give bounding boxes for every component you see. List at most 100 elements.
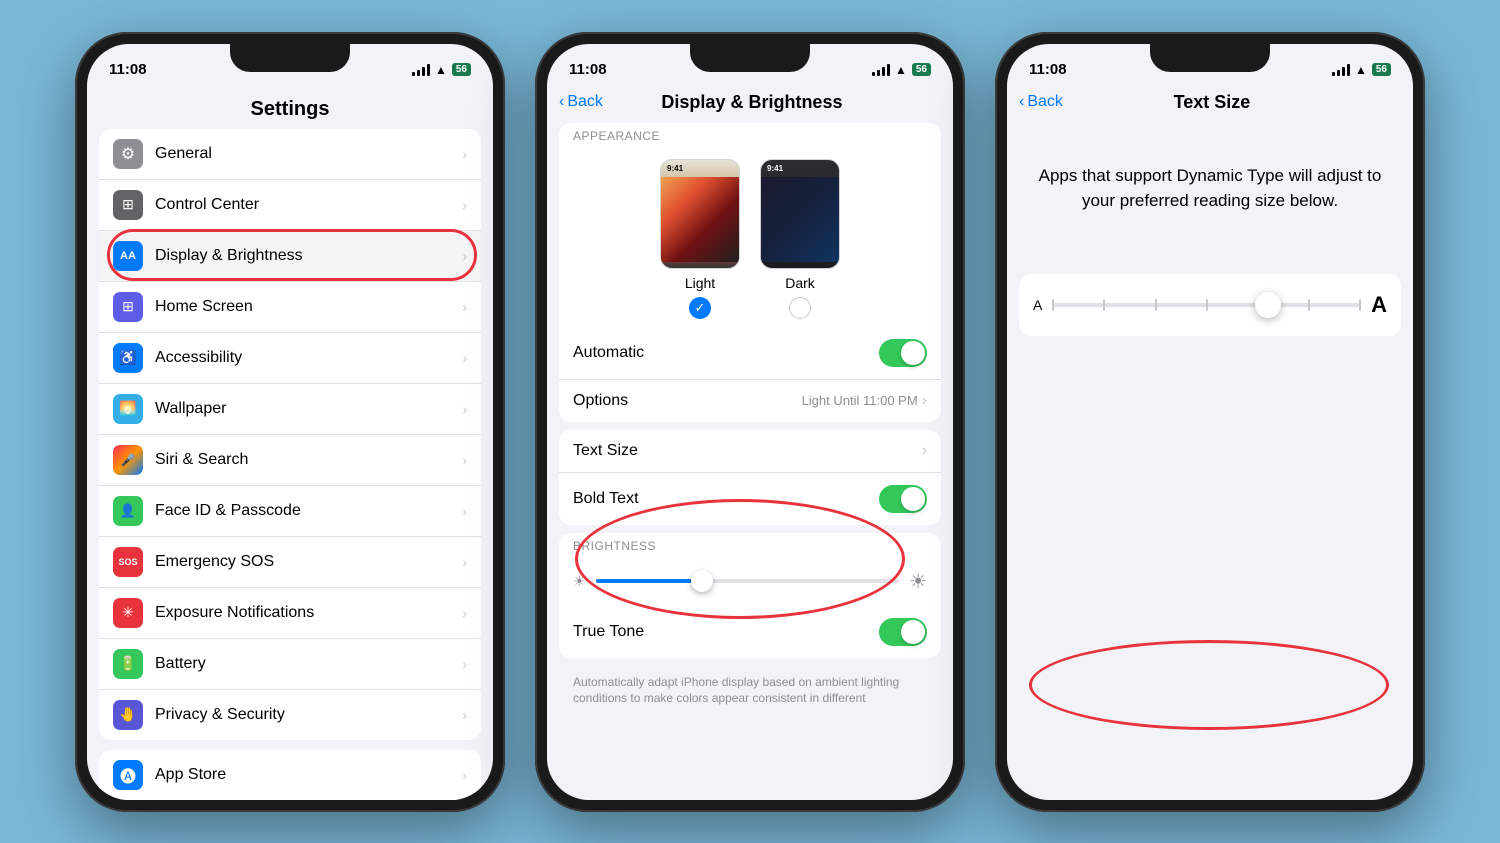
light-preview-status: 9:41 <box>661 160 739 177</box>
chevron-icon: › <box>462 452 467 468</box>
bold-text-toggle[interactable] <box>879 485 927 513</box>
settings-item-sos[interactable]: SOS Emergency SOS › <box>99 537 481 588</box>
phone3-frame: 11:08 ▲ 56 ‹ Back Text Size Apps that su… <box>995 32 1425 812</box>
privacy-icon: 🤚 <box>113 700 143 730</box>
tick-2 <box>1103 299 1105 311</box>
text-size-large-a: A <box>1371 292 1387 318</box>
automatic-row: Automatic <box>559 327 941 380</box>
settings-item-wallpaper[interactable]: 🌅 Wallpaper › <box>99 384 481 435</box>
text-size-chevron: › <box>922 442 927 460</box>
status-icons-1: ▲ 56 <box>412 63 471 77</box>
dark-mode-radio[interactable] <box>789 297 811 319</box>
brightness-row: ☀ ☀ <box>559 557 941 606</box>
options-value: Light Until 11:00 PM <box>802 393 918 408</box>
settings-item-exposure[interactable]: ✳ Exposure Notifications › <box>99 588 481 639</box>
text-size-ticks <box>1052 299 1361 311</box>
chevron-icon: › <box>462 767 467 783</box>
settings-item-accessibility[interactable]: ♿ Accessibility › <box>99 333 481 384</box>
dark-mode-label: Dark <box>785 275 815 291</box>
chevron-icon: › <box>462 656 467 672</box>
siri-label: Siri & Search <box>155 451 462 469</box>
brightness-high-icon: ☀ <box>909 569 927 594</box>
dark-mode-preview: 9:41 <box>760 159 840 269</box>
text-size-label: Text Size <box>573 442 922 460</box>
back-chevron-3: ‹ <box>1019 93 1024 111</box>
settings-item-general[interactable]: ⚙ General › <box>99 129 481 180</box>
settings-item-faceid[interactable]: 👤 Face ID & Passcode › <box>99 486 481 537</box>
notch <box>690 44 810 72</box>
back-button-2[interactable]: ‹ Back <box>559 93 603 111</box>
text-size-track[interactable] <box>1052 303 1361 307</box>
text-size-thumb <box>1255 292 1281 318</box>
settings-item-battery[interactable]: 🔋 Battery › <box>99 639 481 690</box>
back-button-3[interactable]: ‹ Back <box>1019 93 1063 111</box>
accessibility-icon: ♿ <box>113 343 143 373</box>
chevron-icon: › <box>462 350 467 366</box>
notch <box>230 44 350 72</box>
brightness-low-icon: ☀ <box>573 573 586 590</box>
settings-item-privacy[interactable]: 🤚 Privacy & Security › <box>99 690 481 740</box>
text-size-row[interactable]: Text Size › <box>559 430 941 473</box>
text-size-slider-highlight-circle <box>1029 640 1389 730</box>
signal-icon <box>412 64 430 76</box>
settings-title: Settings <box>87 88 493 129</box>
automatic-toggle[interactable] <box>879 339 927 367</box>
wifi-icon-2: ▲ <box>895 63 907 77</box>
sos-icon: SOS <box>113 547 143 577</box>
tick-7 <box>1359 299 1361 311</box>
chevron-icon: › <box>462 299 467 315</box>
light-mode-card[interactable]: 9:41 Light ✓ <box>660 159 740 319</box>
privacy-label: Privacy & Security <box>155 706 462 724</box>
chevron-icon: › <box>462 197 467 213</box>
chevron-icon: › <box>462 605 467 621</box>
notch <box>1150 44 1270 72</box>
status-time-2: 11:08 <box>569 61 607 78</box>
appearance-label: APPEARANCE <box>559 123 941 147</box>
back-label-3: Back <box>1027 93 1063 111</box>
true-tone-label: True Tone <box>573 623 879 641</box>
battery-label: Battery <box>155 655 462 673</box>
settings-item-control-center[interactable]: ⊞ Control Center › <box>99 180 481 231</box>
status-time-3: 11:08 <box>1029 61 1067 78</box>
back-chevron-2: ‹ <box>559 93 564 111</box>
options-chevron: › <box>922 392 927 410</box>
display-label: Display & Brightness <box>155 247 462 265</box>
toggle-knob-bold <box>901 487 925 511</box>
true-tone-toggle[interactable] <box>879 618 927 646</box>
settings-item-display[interactable]: AA Display & Brightness › <box>99 231 481 282</box>
text-size-title: Text Size <box>1063 92 1361 113</box>
phone2-screen: 11:08 ▲ 56 ‹ Back Display & Brightness A… <box>547 44 953 800</box>
display-icon: AA <box>113 241 143 271</box>
battery-badge-2: 56 <box>912 63 931 76</box>
battery-badge-1: 56 <box>452 63 471 76</box>
status-time-1: 11:08 <box>109 61 147 78</box>
brightness-slider[interactable] <box>596 579 900 583</box>
chevron-icon: › <box>462 503 467 519</box>
tick-3 <box>1155 299 1157 311</box>
light-preview-wallpaper <box>661 177 739 262</box>
options-label: Options <box>573 392 802 410</box>
nav-bar-3: ‹ Back Text Size <box>1007 88 1413 123</box>
settings-item-siri[interactable]: 🎤 Siri & Search › <box>99 435 481 486</box>
brightness-thumb <box>691 570 713 592</box>
chevron-icon: › <box>462 554 467 570</box>
toggle-knob <box>901 341 925 365</box>
wifi-icon-3: ▲ <box>1355 63 1367 77</box>
wallpaper-icon: 🌅 <box>113 394 143 424</box>
settings-item-home-screen[interactable]: ⊞ Home Screen › <box>99 282 481 333</box>
settings-list: ⚙ General › ⊞ Control Center › AA Displa… <box>87 129 493 800</box>
general-icon: ⚙ <box>113 139 143 169</box>
dark-mode-card[interactable]: 9:41 Dark <box>760 159 840 319</box>
phone3-screen: 11:08 ▲ 56 ‹ Back Text Size Apps that su… <box>1007 44 1413 800</box>
options-row[interactable]: Options Light Until 11:00 PM › <box>559 380 941 422</box>
siri-icon: 🎤 <box>113 445 143 475</box>
wallpaper-label: Wallpaper <box>155 400 462 418</box>
settings-item-appstore[interactable]: 🅐 App Store › <box>99 750 481 800</box>
faceid-icon: 👤 <box>113 496 143 526</box>
general-label: General <box>155 145 462 163</box>
light-mode-radio[interactable]: ✓ <box>689 297 711 319</box>
appearance-section: APPEARANCE 9:41 Light ✓ <box>559 123 941 422</box>
exposure-label: Exposure Notifications <box>155 604 462 622</box>
control-center-label: Control Center <box>155 196 462 214</box>
battery-badge-3: 56 <box>1372 63 1391 76</box>
